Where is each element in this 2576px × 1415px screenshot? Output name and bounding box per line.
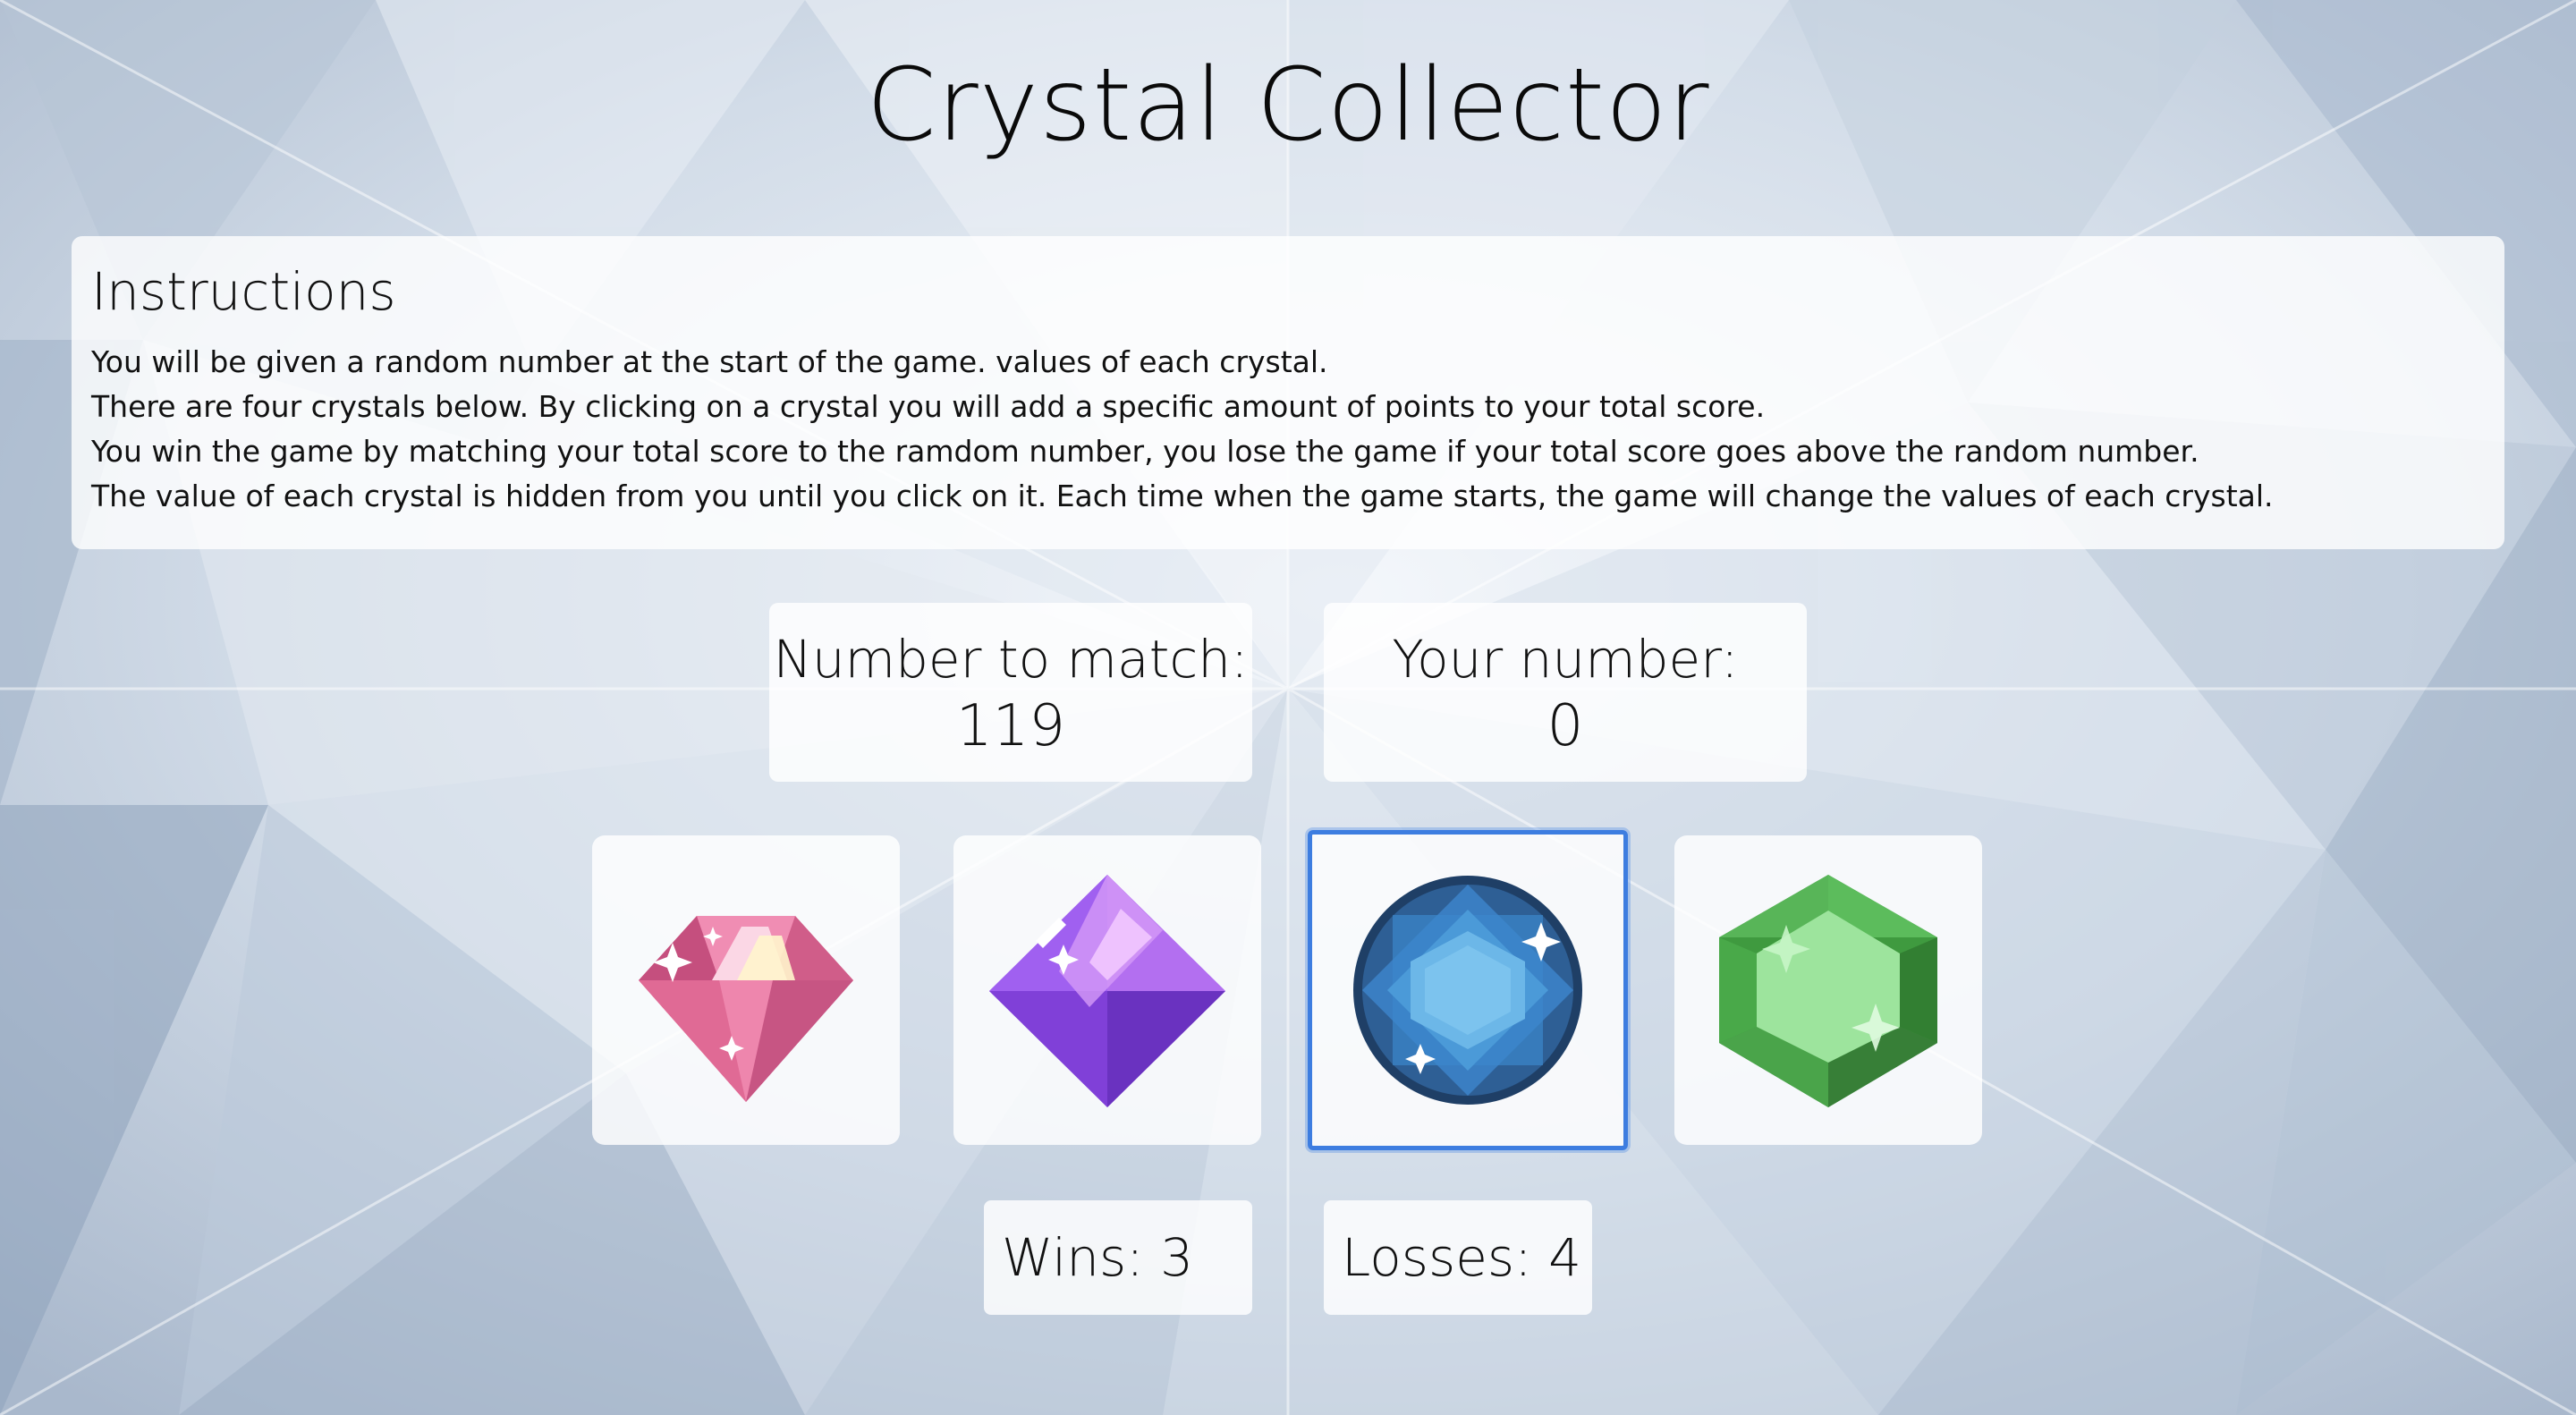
crystal-button-pink[interactable] (592, 835, 900, 1145)
purple-gem-icon (989, 875, 1225, 1107)
your-number-value: 0 (1546, 693, 1584, 759)
your-number-box: Your number: 0 (1324, 603, 1807, 782)
green-gem-icon (1719, 875, 1937, 1107)
losses-label: Losses: (1342, 1227, 1549, 1288)
blue-gem-icon (1353, 876, 1582, 1105)
crystal-button-green[interactable] (1674, 835, 1982, 1145)
page-title: Crystal Collector (866, 47, 1710, 164)
wins-counter: Wins: 3 (984, 1200, 1252, 1315)
crystal-button-blue[interactable] (1308, 830, 1628, 1150)
losses-value: 4 (1548, 1227, 1581, 1288)
crystal-button-purple[interactable] (953, 835, 1261, 1145)
crystal-background (0, 0, 2576, 1415)
instruction-line-2: There are four crystals below. By clicki… (91, 389, 1766, 424)
instruction-line-4: The value of each crystal is hidden from… (91, 479, 2274, 513)
target-number-value: 119 (955, 693, 1066, 759)
wins-value: 3 (1160, 1227, 1194, 1288)
your-number-label: Your number: (1392, 629, 1739, 690)
instructions-panel: Instructions You will be given a random … (72, 236, 2504, 549)
losses-counter: Losses: 4 (1324, 1200, 1592, 1315)
target-number-box: Number to match: 119 (769, 603, 1252, 782)
wins-label: Wins: (1002, 1227, 1161, 1288)
pink-gem-icon (639, 916, 853, 1102)
instruction-line-3: You win the game by matching your total … (91, 434, 2199, 469)
instruction-line-1: You will be given a random number at the… (91, 344, 1328, 379)
instructions-heading: Instructions (91, 261, 396, 322)
target-number-label: Number to match: (773, 629, 1249, 690)
